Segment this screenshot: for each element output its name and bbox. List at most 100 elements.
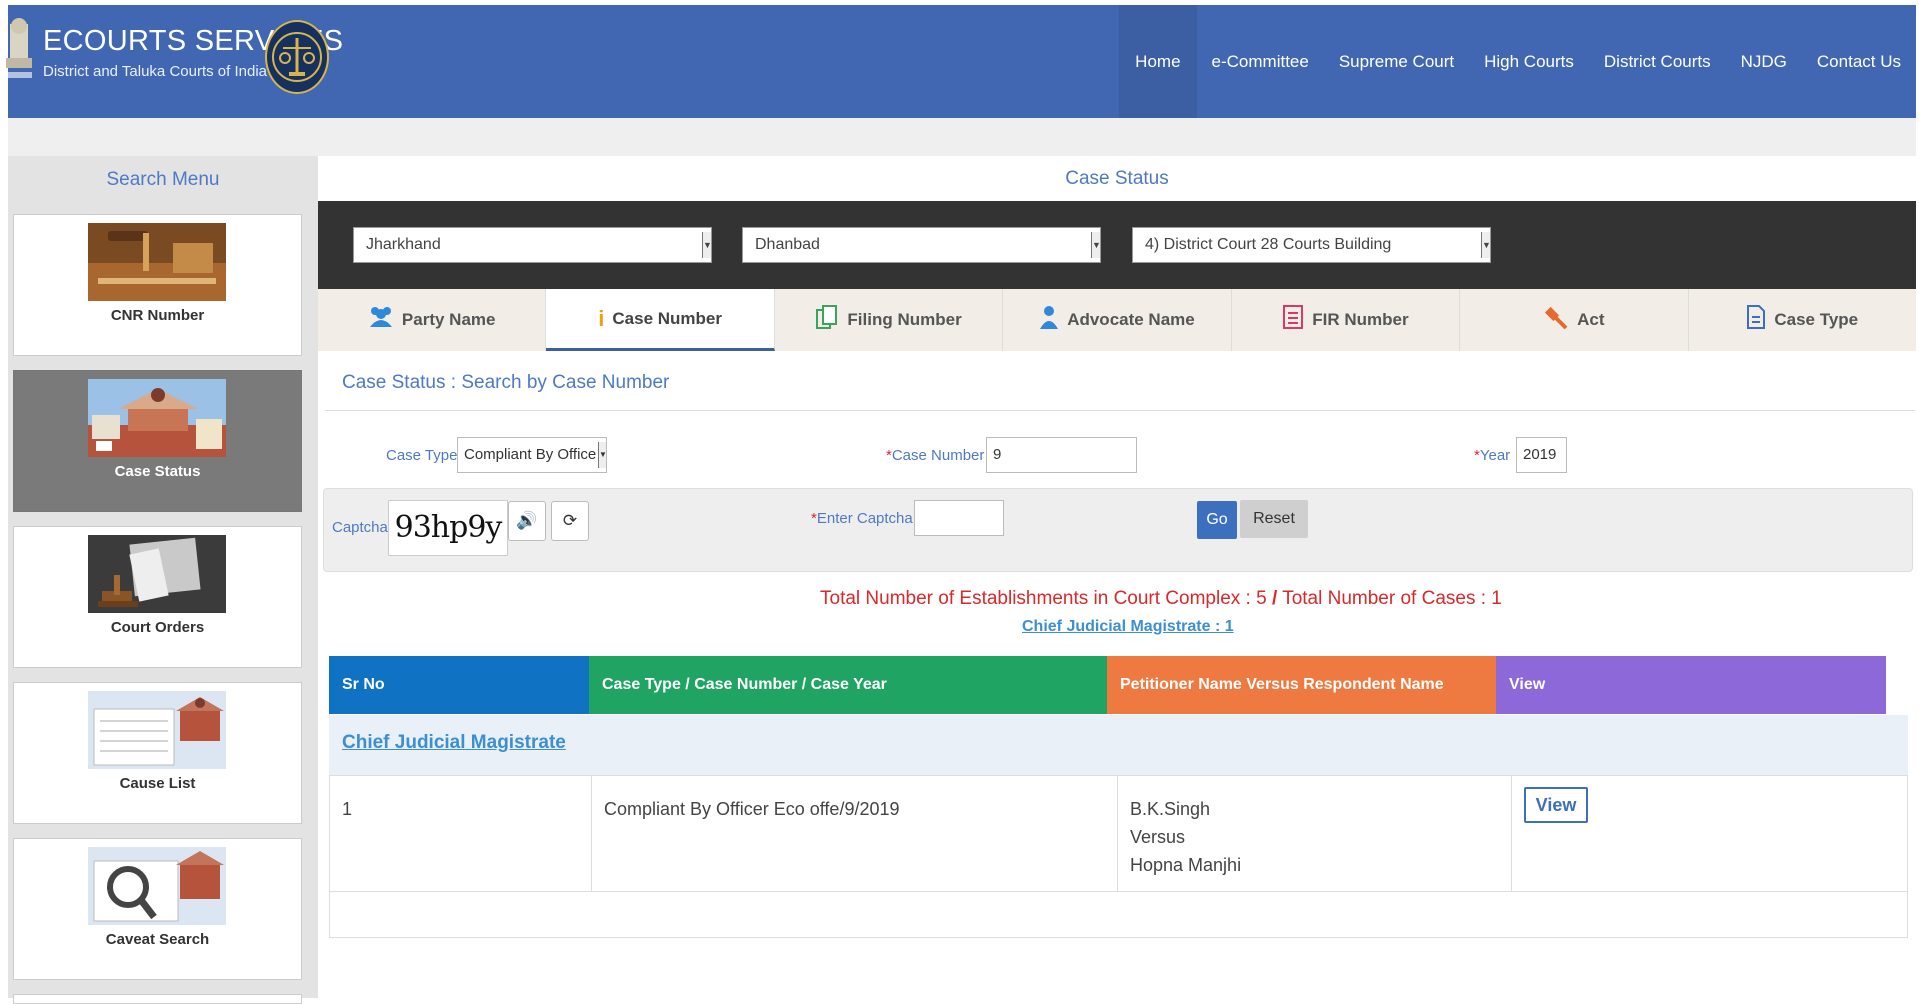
nav-njdg[interactable]: NJDG (1726, 5, 1802, 118)
tab-filing-number[interactable]: Filing Number (775, 289, 1004, 351)
divider (325, 410, 1915, 411)
tab-label: Act (1577, 310, 1605, 329)
sidebar-item-court-orders[interactable]: Court Orders (13, 526, 302, 668)
sidebar-item-label: Caveat Search (105, 931, 210, 948)
top-nav: Home e-Committee Supreme Court High Cour… (1119, 5, 1916, 118)
captcha-refresh-button[interactable]: ⟳ (551, 501, 589, 541)
column-header-case: Case Type / Case Number / Case Year (589, 656, 1107, 714)
tab-act[interactable]: Act (1460, 289, 1689, 351)
column-header-parties: Petitioner Name Versus Respondent Name (1107, 656, 1496, 714)
column-header-sr-no: Sr No (329, 656, 589, 714)
files-icon (815, 304, 839, 336)
column-divider (591, 775, 592, 892)
ecourts-seal-icon (265, 20, 329, 94)
establishments-label: Total Number of Establishments in Court … (820, 588, 1251, 609)
people-icon (368, 305, 394, 335)
documents-gavel-icon (88, 535, 226, 613)
go-button[interactable]: Go (1197, 501, 1237, 539)
gavel-icon (1543, 304, 1569, 336)
enter-captcha-input[interactable] (914, 500, 1004, 536)
nav-district-courts[interactable]: District Courts (1589, 5, 1726, 118)
national-emblem-icon (0, 12, 40, 92)
respondent-name: Hopna Manjhi (1130, 855, 1242, 875)
sidebar-item-cnr-number[interactable]: CNR Number (13, 214, 302, 356)
establishments-count: 5 (1256, 588, 1267, 609)
table-row (329, 775, 1908, 892)
group-link[interactable]: Chief Judicial Magistrate (342, 732, 566, 754)
site-subtitle: District and Taluka Courts of India (43, 63, 267, 80)
sidebar: CNR Number Case Status Court Orders Caus… (8, 156, 318, 1004)
summary-separator: / (1271, 588, 1278, 609)
nav-home[interactable]: Home (1119, 5, 1197, 118)
cause-list-document-icon (88, 691, 226, 769)
supreme-court-building-icon (88, 379, 226, 457)
tab-case-type[interactable]: Case Type (1689, 289, 1916, 351)
district-select-value: Dhanbad (755, 236, 820, 253)
chevron-down-icon: ▼ (598, 442, 607, 468)
sidebar-item-cause-list[interactable]: Cause List (13, 682, 302, 824)
file-text-icon (1746, 304, 1766, 336)
refresh-icon: ⟳ (562, 511, 578, 530)
column-divider (1511, 775, 1512, 892)
user-icon (1039, 305, 1059, 335)
list-doc-icon (1282, 304, 1304, 336)
nav-ecommittee[interactable]: e-Committee (1197, 5, 1324, 118)
cell-parties: B.K.Singh Versus Hopna Manjhi (1130, 795, 1241, 879)
tab-fir-number[interactable]: FIR Number (1232, 289, 1461, 351)
chevron-down-icon: ▼ (702, 232, 712, 258)
state-select-value: Jharkhand (366, 236, 441, 253)
case-type-label: Case Type (386, 447, 458, 464)
nav-high-courts[interactable]: High Courts (1469, 5, 1589, 118)
year-label: *Year (1474, 447, 1510, 464)
tab-party-name[interactable]: Party Name (318, 289, 547, 351)
results-table-header: Sr No Case Type / Case Number / Case Yea… (329, 656, 1886, 714)
tab-label: Advocate Name (1067, 310, 1195, 329)
captcha-label: Captcha (332, 519, 388, 536)
petitioner-name: B.K.Singh (1130, 799, 1211, 819)
court-complex-select[interactable]: 4) District Court 28 Courts Building ▼ (1132, 227, 1491, 263)
magnifier-document-icon (88, 847, 226, 925)
page-title: Case Status (1065, 168, 1169, 189)
nav-contact-us[interactable]: Contact Us (1802, 5, 1916, 118)
enter-captcha-label: *Enter Captcha (811, 510, 913, 527)
location-bar: Jharkhand ▼ Dhanbad ▼ 4) District Court … (318, 201, 1916, 289)
state-select[interactable]: Jharkhand ▼ (353, 227, 712, 263)
tab-advocate-name[interactable]: Advocate Name (1003, 289, 1232, 351)
table-footer (329, 892, 1908, 938)
speaker-icon: 🔊 (516, 511, 538, 530)
captcha-audio-button[interactable]: 🔊 (508, 501, 546, 541)
sidebar-item-more[interactable] (13, 994, 302, 1004)
tab-label: Case Number (612, 308, 722, 328)
view-button[interactable]: View (1524, 787, 1588, 823)
tab-label: Case Type (1774, 310, 1859, 329)
sidebar-item-case-status[interactable]: Case Status (13, 370, 302, 512)
chevron-down-icon: ▼ (1481, 232, 1491, 258)
info-icon: i (598, 305, 605, 331)
case-number-label: *Case Number (886, 447, 984, 464)
district-select[interactable]: Dhanbad ▼ (742, 227, 1101, 263)
cell-sr-no: 1 (342, 799, 353, 819)
tab-label: Filing Number (847, 310, 962, 329)
column-header-view: View (1496, 656, 1886, 714)
court-count-link[interactable]: Chief Judicial Magistrate : 1 (1022, 618, 1234, 636)
chevron-down-icon: ▼ (1091, 232, 1101, 258)
case-number-label-text: Case Number (891, 447, 985, 464)
header-strip (8, 118, 1916, 156)
column-divider (1117, 775, 1118, 892)
cases-label: Total Number of Cases : (1282, 588, 1487, 609)
reset-button[interactable]: Reset (1240, 500, 1308, 538)
sidebar-item-label: Court Orders (110, 619, 205, 636)
nav-supreme-court[interactable]: Supreme Court (1324, 5, 1469, 118)
group-row (329, 715, 1908, 775)
case-type-select[interactable]: Compliant By Office ▼ (457, 437, 607, 473)
search-tabs: Party Name i Case Number Filing Number A… (318, 289, 1916, 351)
cell-case: Compliant By Officer Eco offe/9/2019 (604, 799, 900, 819)
year-label-text: Year (1479, 447, 1511, 464)
tab-case-number[interactable]: i Case Number (546, 289, 775, 351)
sidebar-item-caveat-search[interactable]: Caveat Search (13, 838, 302, 980)
year-input[interactable]: 2019 (1516, 437, 1567, 473)
tab-label: Party Name (401, 310, 496, 329)
case-type-select-value: Compliant By Office (464, 446, 597, 463)
case-number-input[interactable]: 9 (986, 437, 1137, 473)
captcha-image: 93hp9y (388, 500, 508, 556)
